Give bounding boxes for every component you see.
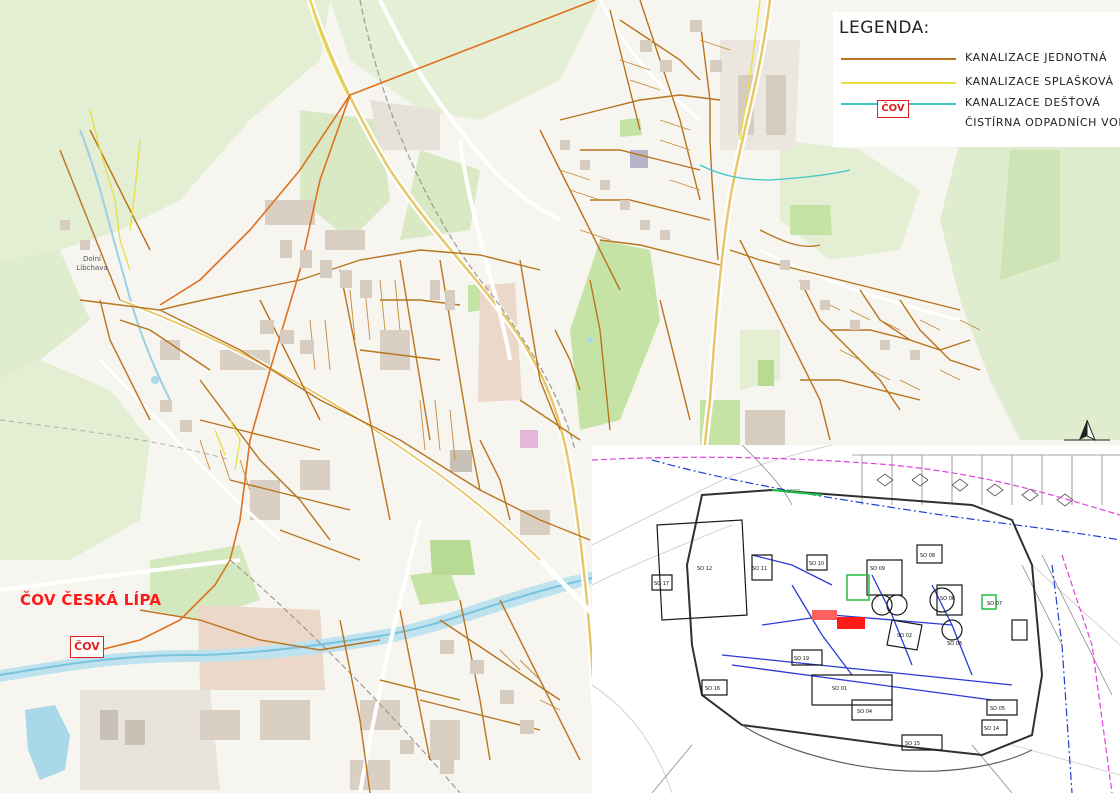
inset-label-so10: SO 10 xyxy=(809,561,824,567)
legend-item-combined: KANALIZACE JEDNOTNÁ xyxy=(833,49,1120,69)
inset-label-so09: SO 09 xyxy=(870,566,885,572)
place-label-dolni-libchava: Dolní Libchava xyxy=(76,255,108,272)
inset-road-label: LRZO xyxy=(787,489,801,495)
legend-panel: LEGENDA: KANALIZACE JEDNOTNÁ KANALIZACE … xyxy=(833,12,1120,147)
inset-label-so11: SO 11 xyxy=(752,566,767,572)
inset-label-so12: SO 12 xyxy=(697,566,712,572)
wwtp-site-plan-inset: SO 12 SO 11 SO 17 SO 10 SO 09 SO 08 SO 0… xyxy=(592,445,1120,793)
wwtp-site-plan-drawing: SO 12 SO 11 SO 17 SO 10 SO 09 SO 08 SO 0… xyxy=(592,445,1120,793)
cov-title-label: ČOV ČESKÁ LÍPA xyxy=(20,591,162,609)
north-arrow-icon xyxy=(1064,419,1110,442)
legend-item-wwtp: ČOV ČISTÍRNA ODPADNÍCH VOD xyxy=(833,100,1120,129)
inset-highlight-red xyxy=(837,617,865,629)
inset-label-so15: SO 15 xyxy=(905,741,920,747)
legend-label-sanitary: KANALIZACE SPLAŠKOVÁ xyxy=(965,75,1114,88)
inset-label-so05: SO 05 xyxy=(990,706,1005,712)
legend-label-combined: KANALIZACE JEDNOTNÁ xyxy=(965,51,1108,64)
legend-swatch-wwtp: ČOV xyxy=(877,100,909,118)
inset-label-so07: SO 07 xyxy=(987,601,1002,607)
legend-swatch-sanitary xyxy=(841,82,956,84)
inset-label-so16: SO 16 xyxy=(705,686,720,692)
inset-label-so04: SO 04 xyxy=(857,709,872,715)
inset-label-so14: SO 14 xyxy=(984,726,999,732)
inset-label-so03: SO 03 xyxy=(947,641,962,647)
inset-label-so19: SO 19 xyxy=(794,656,809,662)
legend-title: LEGENDA: xyxy=(839,18,930,38)
inset-highlight-red-2 xyxy=(812,610,837,620)
inset-label-so08: SO 08 xyxy=(920,553,935,559)
cov-marker: ČOV xyxy=(70,636,104,658)
legend-label-wwtp: ČISTÍRNA ODPADNÍCH VOD xyxy=(965,116,1120,129)
inset-label-so01: SO 01 xyxy=(832,686,847,692)
legend-item-sanitary: KANALIZACE SPLAŠKOVÁ xyxy=(833,73,1120,93)
inset-label-so02: SO 02 xyxy=(897,633,912,639)
legend-swatch-combined xyxy=(841,58,956,60)
inset-label-so06: SO 06 xyxy=(940,596,955,602)
inset-label-so17: SO 17 xyxy=(654,581,669,587)
